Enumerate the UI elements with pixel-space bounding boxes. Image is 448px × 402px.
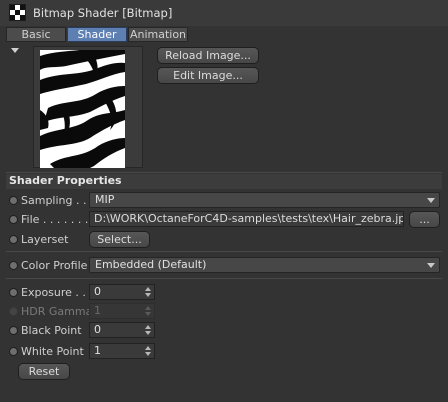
hdr-gamma-label: HDR Gamma (21, 305, 93, 318)
hdr-gamma-stepper: 1 (89, 303, 155, 319)
tab-animation[interactable]: Animation (128, 27, 188, 42)
sampling-value: MIP (95, 193, 115, 206)
divider (6, 172, 442, 173)
tab-bar: Basic Shader Animation (6, 27, 189, 42)
collapse-arrow-icon[interactable] (11, 48, 19, 53)
divider (6, 251, 442, 252)
black-point-stepper[interactable]: 0 (89, 322, 155, 338)
stepper-arrows-icon (145, 306, 151, 316)
color-profile-row: Color Profile Embedded (Default) (0, 257, 448, 274)
divider (6, 278, 442, 279)
animation-key-icon[interactable] (9, 347, 18, 356)
exposure-value: 0 (94, 285, 101, 298)
animation-key-icon (9, 307, 18, 316)
exposure-stepper[interactable]: 0 (89, 284, 155, 300)
exposure-label: Exposure . . (21, 286, 86, 299)
animation-key-icon[interactable] (9, 196, 18, 205)
file-row: File . . . . . . . D:\WORK\OctaneForC4D-… (0, 211, 448, 228)
reset-button[interactable]: Reset (18, 363, 70, 380)
animation-key-icon[interactable] (9, 215, 18, 224)
chevron-down-icon (427, 198, 435, 203)
hdr-gamma-value: 1 (94, 304, 101, 317)
white-point-label: White Point (21, 345, 84, 358)
black-point-value: 0 (94, 323, 101, 336)
chevron-down-icon (427, 263, 435, 268)
hdr-gamma-row: HDR Gamma 1 (0, 303, 448, 320)
black-point-label: Black Point (21, 324, 82, 337)
layerset-row: Layerset Select... (0, 231, 448, 248)
color-profile-label: Color Profile (21, 259, 88, 272)
window-title: Bitmap Shader [Bitmap] (33, 6, 173, 20)
edit-image-button[interactable]: Edit Image... (157, 67, 259, 84)
file-path-field[interactable]: D:\WORK\OctaneForC4D-samples\tests\tex\H… (89, 211, 404, 227)
animation-key-icon[interactable] (9, 326, 18, 335)
tab-shader[interactable]: Shader (67, 27, 127, 42)
browse-button[interactable]: ... (409, 211, 440, 228)
tab-basic[interactable]: Basic (6, 27, 66, 42)
white-point-stepper[interactable]: 1 (89, 343, 155, 359)
layerset-label: Layerset (21, 233, 69, 246)
file-label: File . . . . . . . (21, 213, 89, 226)
layerset-select-button[interactable]: Select... (89, 231, 150, 248)
preview-frame (33, 46, 143, 168)
sampling-dropdown[interactable]: MIP (89, 192, 440, 208)
stepper-arrows-icon[interactable] (145, 325, 151, 335)
color-profile-dropdown[interactable]: Embedded (Default) (89, 257, 440, 273)
stepper-arrows-icon[interactable] (145, 287, 151, 297)
title-bar: Bitmap Shader [Bitmap] (0, 0, 448, 26)
stepper-arrows-icon[interactable] (145, 346, 151, 356)
checkerboard-icon (9, 4, 26, 21)
color-profile-value: Embedded (Default) (95, 258, 207, 271)
animation-key-icon[interactable] (9, 288, 18, 297)
reload-image-button[interactable]: Reload Image... (157, 47, 259, 64)
animation-key-icon[interactable] (9, 235, 18, 244)
animation-key-icon[interactable] (9, 261, 18, 270)
section-header: Shader Properties (6, 174, 442, 189)
black-point-row: Black Point 0 (0, 322, 448, 339)
white-point-row: White Point 1 (0, 343, 448, 360)
sampling-row: Sampling . . MIP (0, 192, 448, 209)
zebra-texture-thumbnail (40, 50, 125, 168)
white-point-value: 1 (94, 344, 101, 357)
exposure-row: Exposure . . 0 (0, 284, 448, 301)
sampling-label: Sampling . . (21, 194, 87, 207)
